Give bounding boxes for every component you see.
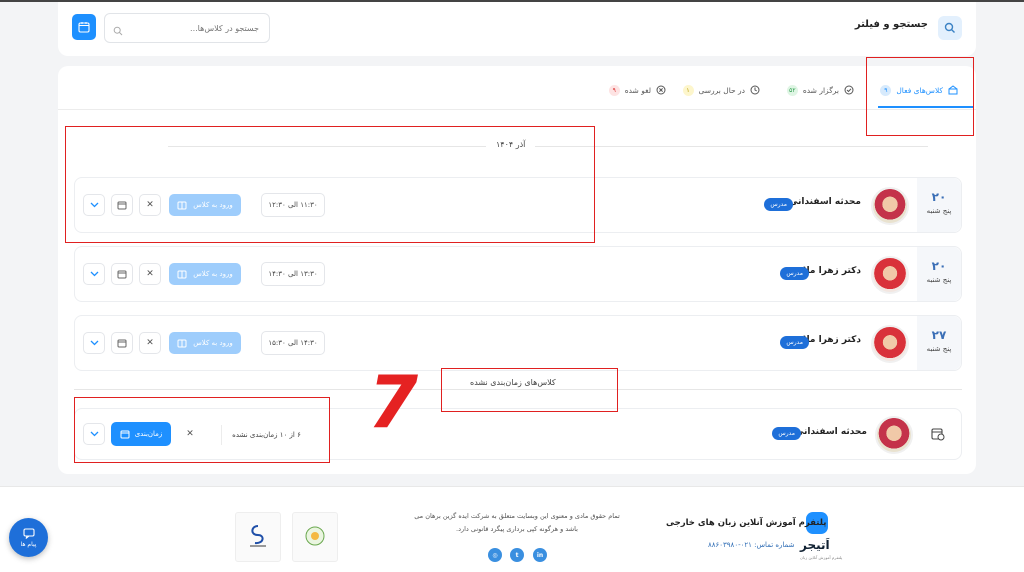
brand-subtitle: پلتفرم آموزش آنلاین زبان	[800, 555, 843, 560]
reschedule-button[interactable]	[111, 263, 133, 285]
calendar-icon	[117, 339, 127, 348]
linkedin-icon[interactable]: in	[533, 548, 547, 562]
search-icon	[938, 16, 962, 40]
role-badge: مدرس	[764, 198, 793, 211]
certificate-badge-icon[interactable]	[292, 512, 338, 562]
search-filter-card: جستجو و فیلتر	[58, 2, 976, 56]
calendar-clock-icon	[931, 426, 945, 445]
enter-class-button[interactable]: ورود به کلاس	[169, 332, 241, 354]
brand-name: اَتیجر	[800, 538, 830, 552]
platform-title: پلتفرم آموزش آنلاین زبان های خارجی	[666, 518, 827, 528]
contact-phone: شماره تماس: ۰۲۱-۸۸۶۰۳۹۸۰	[708, 541, 795, 549]
search-input[interactable]	[104, 13, 270, 43]
session-time: ۱۴:۳۰ الی ۱۵:۳۰	[261, 331, 325, 355]
annotation-number: 7	[368, 360, 419, 444]
teacher-name: محدثه اسفندانی	[788, 197, 861, 207]
teacher-avatar	[871, 256, 909, 294]
messages-button[interactable]: پیام ها	[9, 518, 48, 557]
role-badge: مدرس	[780, 267, 809, 280]
clock-icon	[750, 85, 760, 95]
reschedule-button[interactable]	[111, 332, 133, 354]
close-icon: ✕	[146, 269, 154, 279]
close-icon: ✕	[146, 338, 154, 348]
status-tabs: کلاس‌های فعال ۹ برگزار شده ۵۲ در حال برر…	[58, 66, 976, 110]
annotation-box-heading	[441, 368, 618, 412]
teacher-name: دکتر زهرا ملا	[803, 335, 861, 345]
cancel-session-button[interactable]: ✕	[139, 263, 161, 285]
expand-button[interactable]	[83, 263, 105, 285]
calendar-icon	[117, 270, 127, 279]
teacher-avatar	[875, 416, 913, 454]
teacher-avatar	[871, 187, 909, 225]
tab-count-badge: ۵۲	[786, 84, 798, 96]
teacher-name: محدثه اسفندانی	[794, 427, 867, 437]
annotation-box-tab	[866, 57, 974, 136]
cancel-session-button[interactable]: ✕	[139, 332, 161, 354]
book-icon	[177, 270, 187, 278]
search-filter-title: جستجو و فیلتر	[854, 19, 928, 30]
instagram-icon[interactable]: ◎	[488, 548, 502, 562]
calendar-filter-button[interactable]	[72, 14, 96, 40]
search-input-icon	[113, 21, 123, 40]
role-badge: مدرس	[780, 336, 809, 349]
annotation-box-unscheduled	[74, 397, 330, 463]
chevron-down-icon	[90, 340, 98, 346]
teacher-avatar	[871, 325, 909, 363]
tab-held[interactable]: برگزار شده ۵۲	[786, 80, 854, 100]
enter-class-button[interactable]: ورود به کلاس	[169, 263, 241, 285]
session-row: ۲۷ پنج شنبه دکتر زهرا ملا مدرس ۱۴:۳۰ الی…	[74, 315, 962, 371]
calendar-search-icon	[78, 22, 90, 33]
tab-under-review[interactable]: در حال بررسی ۱	[682, 80, 760, 100]
session-date: ۲۷ پنج شنبه	[917, 316, 961, 370]
tab-count-badge: ۱	[682, 84, 694, 96]
check-circle-icon	[844, 85, 854, 95]
chat-icon	[22, 527, 35, 539]
enamad-badge-icon[interactable]	[235, 512, 281, 562]
annotation-box-session	[65, 126, 595, 243]
copyright-text: تمام حقوق مادی و معنوی این وبسایت متعلق …	[414, 512, 620, 533]
session-time: ۱۳:۳۰ الی ۱۴:۳۰	[261, 262, 325, 286]
role-badge: مدرس	[772, 427, 801, 440]
twitter-icon[interactable]: t	[510, 548, 524, 562]
session-row: ۲۰ پنج شنبه دکتر زهرا ملا مدرس ۱۳:۳۰ الی…	[74, 246, 962, 302]
tab-cancelled[interactable]: لغو شده ۹	[608, 80, 666, 100]
tab-count-badge: ۹	[608, 84, 620, 96]
session-date: ۲۰ پنج شنبه	[917, 178, 961, 232]
teacher-name: دکتر زهرا ملا	[803, 266, 861, 276]
expand-button[interactable]	[83, 332, 105, 354]
cancel-circle-icon	[656, 85, 666, 95]
chevron-down-icon	[90, 271, 98, 277]
session-date: ۲۰ پنج شنبه	[917, 247, 961, 301]
book-icon	[177, 339, 187, 347]
